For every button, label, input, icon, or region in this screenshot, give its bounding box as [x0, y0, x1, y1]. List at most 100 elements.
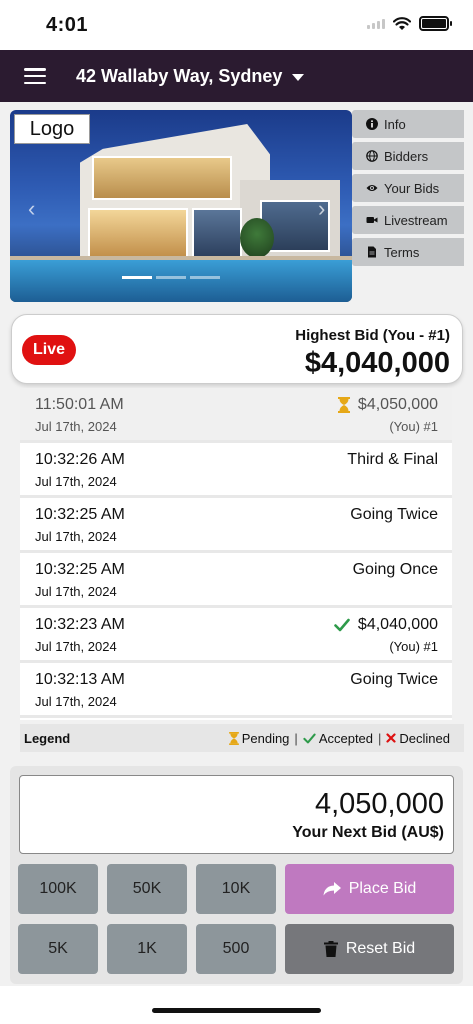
- row-status-text: Going Once: [352, 561, 438, 578]
- tab-bidders-label: Bidders: [384, 148, 429, 164]
- legend-declined: Declined: [399, 730, 450, 746]
- tab-terms-label: Terms: [384, 244, 420, 260]
- status-time: 4:01: [46, 14, 89, 36]
- increment-100k-button[interactable]: 100K: [18, 864, 98, 914]
- tab-info-label: Info: [384, 116, 406, 132]
- row-time: 10:32:26 AM: [35, 451, 125, 468]
- row-status-text: $4,040,000: [357, 616, 438, 633]
- row-status: Third & Final: [347, 451, 438, 469]
- row-status-text: Going Twice: [350, 506, 438, 523]
- highest-bid-amount: $4,040,000: [304, 347, 450, 379]
- next-bid-input[interactable]: 4,050,000 Your Next Bid (AU$): [19, 775, 454, 854]
- legend-separator: |: [294, 730, 298, 746]
- legend-accepted: Accepted: [318, 730, 374, 746]
- app-header: 42 Wallaby Way, Sydney: [0, 50, 473, 102]
- globe-icon: [366, 150, 378, 162]
- check-icon: [334, 618, 350, 632]
- row-date: Jul 17th, 2024: [35, 419, 117, 434]
- row-time: 10:32:23 AM: [35, 616, 125, 633]
- battery-icon: [419, 16, 452, 31]
- increment-1k-button[interactable]: 1K: [107, 924, 187, 974]
- row-status-text: Going Twice: [350, 671, 438, 688]
- eye-icon: [366, 185, 378, 191]
- hamburger-menu-icon[interactable]: [24, 68, 46, 84]
- history-row: 11:50:01 AM Jul 17th, 2024 $4,050,000 (Y…: [20, 388, 452, 440]
- property-image-carousel[interactable]: Logo ‹ ›: [10, 110, 352, 302]
- row-bidder: (You) #1: [389, 419, 438, 434]
- tab-terms[interactable]: Terms: [352, 238, 464, 266]
- tab-livestream[interactable]: Livestream: [352, 206, 464, 234]
- increment-500-button[interactable]: 500: [196, 924, 276, 974]
- row-date: Jul 17th, 2024: [35, 474, 117, 489]
- tab-your-bids-label: Your Bids: [384, 180, 440, 196]
- tab-your-bids[interactable]: Your Bids: [352, 174, 464, 202]
- row-time: 11:50:01 AM: [35, 396, 124, 413]
- info-icon: [366, 118, 378, 130]
- legend-title: Legend: [24, 730, 71, 746]
- signal-icon: [367, 18, 385, 29]
- row-status: $4,040,000: [334, 616, 438, 634]
- row-status: Going Once: [353, 561, 438, 579]
- row-time: 10:32:13 AM: [35, 671, 125, 688]
- tab-info[interactable]: Info: [352, 110, 464, 138]
- video-icon: [366, 217, 378, 223]
- legend-pending: Pending: [241, 730, 290, 746]
- history-row: 10:32:25 AM Jul 17th, 2024 Going Twice: [20, 498, 452, 550]
- highest-bid-card: Live Highest Bid (You - #1) $4,040,000: [11, 314, 463, 384]
- place-bid-button[interactable]: Place Bid: [285, 864, 454, 914]
- carousel-next-icon[interactable]: ›: [318, 196, 325, 222]
- home-indicator: [152, 1008, 321, 1013]
- increment-50k-button[interactable]: 50K: [107, 864, 187, 914]
- next-bid-value: 4,050,000: [314, 788, 444, 820]
- hourglass-icon: [337, 397, 350, 413]
- carousel-indicators: [122, 276, 220, 279]
- caret-down-icon: [292, 73, 305, 81]
- row-time: 10:32:25 AM: [35, 561, 125, 578]
- row-status: Going Twice: [350, 506, 438, 524]
- reset-bid-label: Reset Bid: [345, 940, 416, 957]
- bid-panel: 4,050,000 Your Next Bid (AU$) 100K 50K 1…: [10, 766, 463, 984]
- share-arrow-icon: [323, 882, 341, 896]
- cross-icon: [386, 733, 397, 743]
- row-status: Going Twice: [350, 671, 438, 689]
- history-row: 10:32:25 AM Jul 17th, 2024 Going Once: [20, 553, 452, 605]
- row-bidder: (You) #1: [389, 639, 438, 654]
- increment-10k-button[interactable]: 10K: [196, 864, 276, 914]
- row-status-text: $4,050,000: [357, 396, 438, 413]
- wifi-icon: [393, 16, 411, 30]
- status-icons: [367, 16, 452, 31]
- row-status: $4,050,000: [337, 396, 438, 414]
- trash-icon: [323, 941, 338, 957]
- reset-bid-button[interactable]: Reset Bid: [285, 924, 454, 974]
- property-selector[interactable]: 42 Wallaby Way, Sydney: [76, 65, 305, 87]
- tab-livestream-label: Livestream: [384, 212, 448, 228]
- history-row: 10:32:13 AM Jul 17th, 2024 Going Twice: [20, 663, 452, 715]
- next-bid-label: Your Next Bid (AU$): [292, 824, 444, 841]
- history-row: [20, 718, 452, 720]
- highest-bid-label: Highest Bid (You - #1): [295, 327, 450, 344]
- live-badge: Live: [22, 335, 76, 365]
- side-tabs: Info Bidders Your Bids Livestream Terms: [352, 110, 464, 266]
- property-title: 42 Wallaby Way, Sydney: [76, 65, 283, 86]
- carousel-prev-icon[interactable]: ‹: [28, 196, 35, 222]
- row-date: Jul 17th, 2024: [35, 694, 117, 709]
- row-time: 10:32:25 AM: [35, 506, 125, 523]
- legend-items: Pending | Accepted | Declined: [228, 730, 450, 746]
- history-row: 10:32:26 AM Jul 17th, 2024 Third & Final: [20, 443, 452, 495]
- history-row: 10:32:23 AM Jul 17th, 2024 $4,040,000 (Y…: [20, 608, 452, 660]
- increment-5k-button[interactable]: 5K: [18, 924, 98, 974]
- legend-separator: |: [378, 730, 382, 746]
- legend: Legend Pending | Accepted | Declined: [20, 724, 464, 752]
- status-bar: 4:01: [0, 0, 473, 50]
- tab-bidders[interactable]: Bidders: [352, 142, 464, 170]
- bid-history-list[interactable]: 11:50:01 AM Jul 17th, 2024 $4,050,000 (Y…: [20, 388, 452, 720]
- row-date: Jul 17th, 2024: [35, 584, 117, 599]
- place-bid-label: Place Bid: [348, 880, 417, 897]
- check-icon: [303, 733, 316, 743]
- row-date: Jul 17th, 2024: [35, 639, 117, 654]
- logo: Logo: [14, 114, 90, 144]
- row-date: Jul 17th, 2024: [35, 529, 117, 544]
- hourglass-icon: [228, 731, 239, 745]
- row-status-text: Third & Final: [347, 451, 438, 468]
- auction-content: Logo ‹ › Info Bidders Your Bids Livestre…: [0, 102, 473, 986]
